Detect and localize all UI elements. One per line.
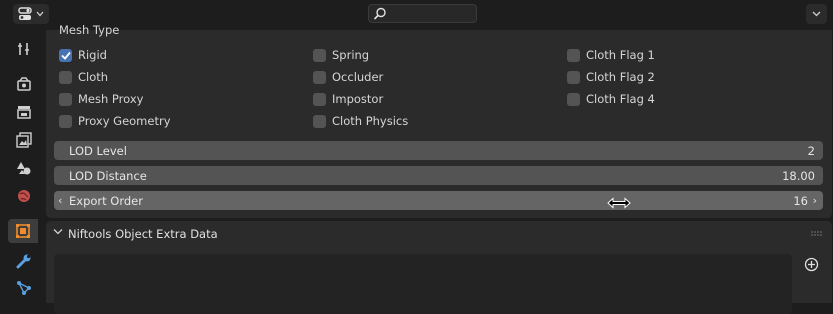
checkbox-occluder[interactable]: Occluder: [313, 69, 383, 85]
checkbox-box[interactable]: [313, 114, 326, 128]
checkbox-mesh-proxy[interactable]: Mesh Proxy: [59, 91, 143, 107]
checkbox-cloth-flag-2[interactable]: Cloth Flag 2: [567, 69, 655, 85]
particles-icon: [17, 281, 31, 295]
drag-grip-icon[interactable]: [811, 231, 822, 236]
add-extra-data-button[interactable]: [802, 255, 820, 273]
tab-object[interactable]: [8, 219, 38, 243]
horizontal-resize-cursor-icon: [607, 197, 631, 209]
tab-output[interactable]: [12, 100, 36, 124]
checkbox-label: Cloth Physics: [332, 114, 409, 128]
tab-tool[interactable]: [12, 37, 36, 61]
search-icon: [373, 7, 386, 20]
checkmark-icon: [60, 51, 71, 60]
field-label: LOD Distance: [69, 168, 147, 183]
field-label: Export Order: [69, 193, 143, 208]
editor-type-button[interactable]: [13, 4, 49, 24]
checkbox-impostor[interactable]: Impostor: [313, 91, 383, 107]
scrollbar[interactable]: [826, 32, 830, 218]
extra-data-panel-header[interactable]: Niftools Object Extra Data: [46, 221, 832, 247]
tab-view-layer[interactable]: [12, 128, 36, 152]
tool-icon: [18, 43, 29, 55]
checkbox-box[interactable]: [59, 92, 72, 106]
object-icon: [16, 224, 30, 238]
tab-scene[interactable]: [12, 156, 36, 180]
checkbox-cloth[interactable]: Cloth: [59, 69, 108, 85]
checkbox-cloth-flag-1[interactable]: Cloth Flag 1: [567, 47, 655, 63]
checkbox-box[interactable]: [567, 48, 580, 62]
checkbox-box[interactable]: [313, 70, 326, 84]
properties-header: [0, 0, 833, 30]
mesh-type-panel: Mesh Type Rigid Cloth Mesh Proxy Proxy G…: [46, 23, 832, 218]
field-value: 16: [793, 193, 808, 208]
checkbox-cloth-physics[interactable]: Cloth Physics: [313, 113, 408, 129]
increment-arrow-icon[interactable]: ›: [808, 194, 817, 207]
field-label: LOD Level: [69, 143, 127, 158]
export-order-field[interactable]: ‹ Export Order 16 ›: [54, 191, 823, 210]
wrench-icon: [16, 254, 31, 269]
tab-render[interactable]: [12, 72, 36, 96]
checkbox-label: Mesh Proxy: [78, 92, 144, 106]
checkbox-box[interactable]: [59, 114, 72, 128]
tab-modifiers[interactable]: [12, 249, 36, 273]
field-value: 18.00: [782, 168, 815, 183]
panel-title: Niftools Object Extra Data: [68, 227, 218, 241]
checkbox-box[interactable]: [59, 70, 72, 84]
checkbox-label: Impostor: [332, 92, 384, 106]
chevron-down-icon: [53, 229, 63, 235]
checkbox-label: Cloth Flag 1: [586, 48, 655, 62]
checkbox-box[interactable]: [313, 48, 326, 62]
tab-world[interactable]: [12, 184, 36, 208]
extra-data-list[interactable]: [54, 254, 792, 314]
checkbox-spring[interactable]: Spring: [313, 47, 369, 63]
checkbox-box[interactable]: [59, 48, 72, 62]
checkbox-proxy-geometry[interactable]: Proxy Geometry: [59, 113, 171, 129]
properties-editor-icon: [18, 7, 32, 20]
checkbox-cloth-flag-4[interactable]: Cloth Flag 4: [567, 91, 655, 107]
section-title: Mesh Type: [59, 23, 120, 37]
field-value: 2: [807, 143, 815, 158]
checkbox-label: Cloth Flag 2: [586, 70, 655, 84]
decrement-arrow-icon[interactable]: ‹: [58, 194, 67, 207]
checkbox-rigid[interactable]: Rigid: [59, 47, 107, 63]
checkbox-box[interactable]: [313, 92, 326, 106]
checkbox-box[interactable]: [567, 92, 580, 106]
lod-level-field[interactable]: LOD Level 2: [54, 141, 823, 160]
world-icon: [18, 190, 30, 202]
checkbox-box[interactable]: [567, 70, 580, 84]
scene-icon: [17, 162, 31, 175]
chevron-down-icon: [812, 11, 821, 17]
chevron-down-icon: [36, 11, 44, 17]
options-dropdown-button[interactable]: [806, 4, 827, 24]
add-icon: [804, 257, 818, 271]
render-icon: [17, 77, 31, 91]
output-icon: [17, 106, 31, 119]
lod-distance-field[interactable]: LOD Distance 18.00: [54, 166, 823, 185]
search-input[interactable]: [368, 4, 477, 23]
tab-particles[interactable]: [12, 276, 36, 300]
checkbox-label: Occluder: [332, 70, 384, 84]
checkbox-label: Rigid: [78, 48, 107, 62]
checkbox-label: Spring: [332, 48, 370, 62]
view-layer-icon: [16, 132, 32, 148]
extra-data-panel-body: [46, 247, 832, 314]
checkbox-label: Cloth: [78, 70, 109, 84]
checkbox-label: Proxy Geometry: [78, 114, 171, 128]
properties-tabs: [0, 30, 46, 303]
checkbox-label: Cloth Flag 4: [586, 92, 655, 106]
